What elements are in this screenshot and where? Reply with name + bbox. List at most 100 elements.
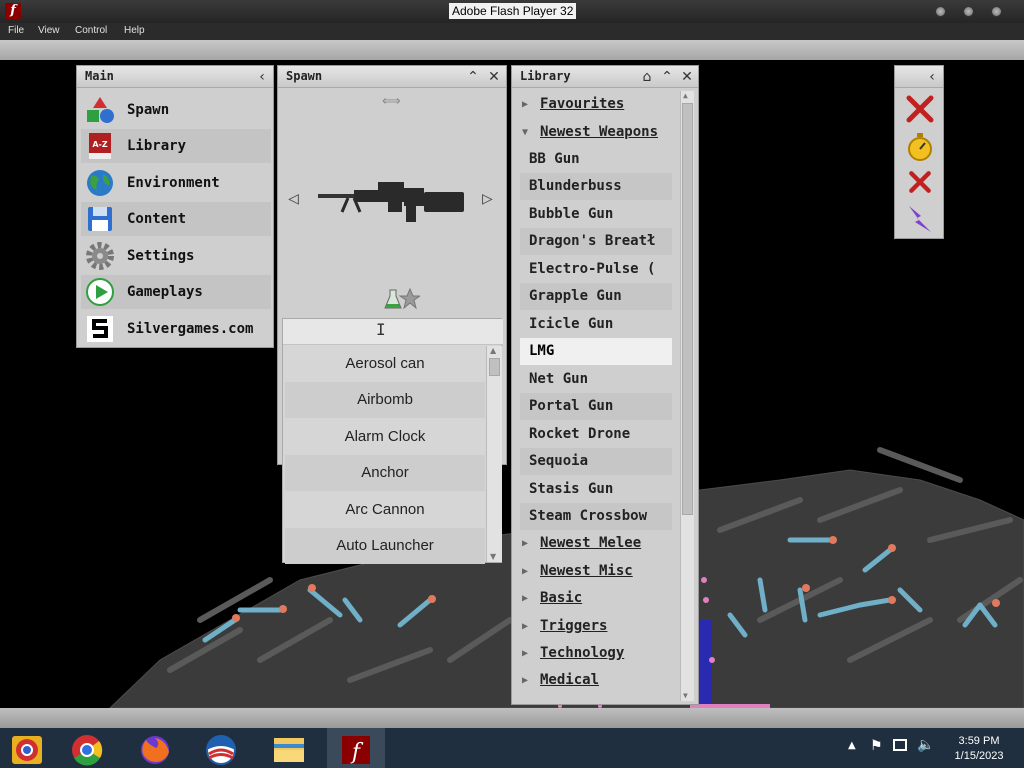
close-button[interactable]: [991, 6, 1002, 17]
category-favourites[interactable]: ▶ Favourites: [520, 91, 680, 118]
scroll-down-icon[interactable]: ▼: [490, 552, 496, 561]
flask-star-icon[interactable]: [384, 288, 420, 310]
previous-arrow-icon[interactable]: ◁: [288, 188, 299, 209]
menu-bar: File View Control Help: [0, 23, 1024, 40]
spawn-item-dropdown: I Aerosol can Airbomb Alarm Clock Anchor…: [282, 318, 503, 564]
library-item[interactable]: Electro-Pulse (: [520, 256, 672, 283]
window-title: Adobe Flash Player 32: [449, 3, 577, 19]
category-technology[interactable]: ▶ Technology: [520, 640, 680, 667]
menu-help[interactable]: Help: [124, 25, 145, 36]
dropdown-item[interactable]: Alarm Clock: [285, 419, 485, 455]
spawn-search-input[interactable]: [283, 319, 503, 345]
delete-icon[interactable]: [905, 94, 935, 124]
dropdown-item[interactable]: Arc Cannon: [285, 492, 485, 528]
dropdown-item[interactable]: Anchor: [285, 455, 485, 491]
dropdown-scrollbar[interactable]: ▲ ▼: [486, 346, 502, 562]
library-item[interactable]: Steam Crossbow: [520, 503, 672, 530]
library-item[interactable]: Grapple Gun: [520, 283, 672, 310]
scrollbar-thumb[interactable]: [489, 358, 500, 376]
main-item-label: Content: [127, 211, 187, 227]
minimize-panel-icon[interactable]: ⌃: [658, 68, 676, 86]
flag-icon[interactable]: ⚑: [870, 738, 883, 754]
library-item[interactable]: Bubble Gun: [520, 201, 672, 228]
globe-icon: [87, 170, 113, 196]
main-item-label: Spawn: [127, 102, 170, 118]
minimize-panel-icon[interactable]: ⌃: [464, 68, 482, 86]
next-arrow-icon[interactable]: ▷: [482, 188, 493, 209]
home-icon[interactable]: ⌂: [638, 68, 656, 86]
svg-text:A-Z: A-Z: [92, 140, 108, 149]
network-icon[interactable]: [893, 739, 907, 751]
main-panel-title[interactable]: Main: [77, 66, 273, 88]
library-item[interactable]: Icicle Gun: [520, 311, 672, 338]
main-item-settings[interactable]: Settings: [81, 239, 271, 273]
chrome-icon[interactable]: [60, 732, 114, 768]
scroll-up-icon[interactable]: ▲: [683, 91, 688, 100]
dropdown-item[interactable]: Auto Launcher: [285, 528, 485, 564]
library-item[interactable]: Blunderbuss: [520, 173, 672, 200]
system-clock[interactable]: 3:59 PM 1/15/2023: [944, 734, 1014, 764]
category-newest-melee[interactable]: ▶ Newest Melee: [520, 530, 680, 557]
main-item-environment[interactable]: Environment: [81, 166, 271, 200]
library-item[interactable]: BB Gun: [520, 146, 672, 173]
category-triggers[interactable]: ▶ Triggers: [520, 613, 680, 640]
collapse-icon[interactable]: ‹: [253, 68, 271, 86]
library-item[interactable]: Portal Gun: [520, 393, 672, 420]
expand-arrow-icon: ▶: [522, 538, 529, 549]
menu-control[interactable]: Control: [75, 25, 107, 36]
menu-view[interactable]: View: [38, 25, 60, 36]
main-panel: Main ‹ Spawn A-Z Library Environment Con…: [76, 65, 274, 348]
expand-arrow-icon: ▶: [522, 99, 529, 110]
main-item-content[interactable]: Content: [81, 202, 271, 236]
lightning-icon[interactable]: [905, 204, 935, 234]
chrome-icon[interactable]: [0, 732, 54, 768]
flash-player-window: f Adobe Flash Player 32 File View Contro…: [0, 0, 1024, 728]
library-item[interactable]: Dragon's Breatł: [520, 228, 672, 255]
library-panel: Library ⌂ ⌃ ✕ ▶ Favourites ▼ Newest Weapon…: [511, 65, 699, 705]
file-explorer-icon[interactable]: [262, 732, 316, 768]
close-panel-icon[interactable]: ✕: [678, 68, 696, 86]
scrollbar-thumb[interactable]: [682, 103, 693, 515]
menu-file[interactable]: File: [8, 25, 24, 36]
taskbar: f ▲ ⚑ 🔈 3:59 PM 1/15/2023: [0, 728, 1024, 768]
flash-player-icon: f: [5, 3, 21, 19]
main-item-silvergames[interactable]: Silvergames.com: [81, 312, 271, 346]
expand-arrow-icon: ▶: [522, 675, 529, 686]
category-newest-misc[interactable]: ▶ Newest Misc: [520, 558, 680, 585]
main-item-spawn[interactable]: Spawn: [81, 93, 271, 127]
main-item-label: Gameplays: [127, 284, 203, 300]
library-item[interactable]: Stasis Gun: [520, 476, 672, 503]
dropdown-item[interactable]: Airbomb: [285, 382, 485, 418]
category-basic[interactable]: ▶ Basic: [520, 585, 680, 612]
play-icon: [86, 278, 114, 306]
library-scrollbar[interactable]: ▲ ▼: [680, 91, 694, 701]
flash-player-icon[interactable]: f: [329, 732, 383, 768]
obama-icon[interactable]: [194, 732, 248, 768]
main-item-gameplays[interactable]: Gameplays: [81, 275, 271, 309]
library-item[interactable]: Rocket Drone: [520, 421, 672, 448]
main-item-library[interactable]: A-Z Library: [81, 129, 271, 163]
flip-horizontal-icon[interactable]: ⟺: [382, 94, 401, 109]
category-medical[interactable]: ▶ Medical: [520, 667, 680, 694]
collapse-icon[interactable]: ‹: [923, 68, 941, 86]
library-item[interactable]: Sequoia: [520, 448, 672, 475]
stopwatch-icon[interactable]: [905, 132, 935, 162]
show-hidden-icons-icon[interactable]: ▲: [848, 740, 856, 751]
taskbar-active-app[interactable]: f: [327, 728, 385, 768]
scroll-up-icon[interactable]: ▲: [490, 346, 496, 355]
library-item-selected[interactable]: LMG: [520, 338, 672, 365]
main-item-label: Silvergames.com: [127, 321, 254, 337]
minimize-button[interactable]: [935, 6, 946, 17]
scroll-down-icon[interactable]: ▼: [683, 691, 688, 700]
category-newest-weapons[interactable]: ▼ Newest Weapons: [520, 119, 680, 146]
dropdown-item[interactable]: Aerosol can: [285, 346, 485, 382]
firefox-icon[interactable]: [128, 732, 182, 768]
close-panel-icon[interactable]: ✕: [485, 68, 503, 86]
lmg-gun-icon[interactable]: [318, 178, 470, 224]
library-item[interactable]: Net Gun: [520, 366, 672, 393]
clock-time: 3:59 PM: [958, 735, 1000, 747]
clear-icon[interactable]: [907, 169, 933, 195]
silvergames-logo-icon: [87, 316, 113, 342]
volume-icon[interactable]: 🔈: [917, 737, 934, 753]
maximize-button[interactable]: [963, 6, 974, 17]
